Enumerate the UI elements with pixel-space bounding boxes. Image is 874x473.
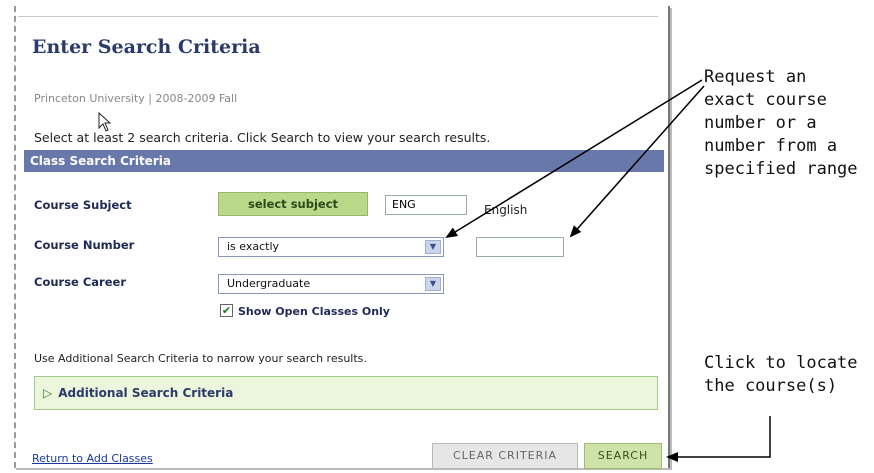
arrow-to-operator-select <box>445 79 703 239</box>
arrow-to-search-button <box>666 416 771 462</box>
callout-arrows <box>445 79 771 462</box>
arrow-to-number-input <box>569 85 705 238</box>
